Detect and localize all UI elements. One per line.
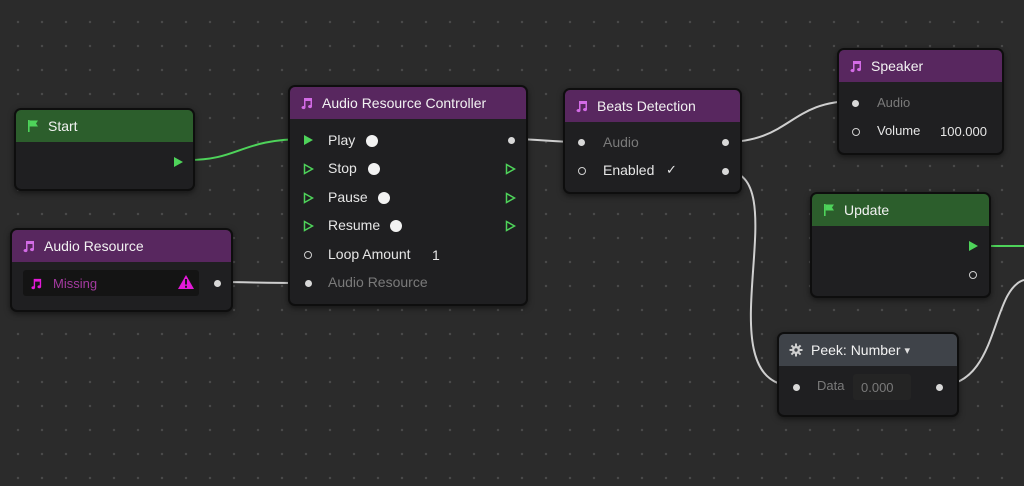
audio-resource-input-port[interactable] [305, 280, 312, 287]
peek-number-node[interactable]: Peek: Number ▾ Data 0.000 [777, 332, 959, 417]
loop-amount-label: Loop Amount [328, 246, 411, 262]
music-note-icon [23, 241, 35, 253]
update-node-header[interactable]: Update [812, 194, 989, 226]
beats-enabled-row: Enabled ✓ [565, 157, 740, 185]
update-flow-output-port[interactable] [969, 241, 978, 251]
beats-enabled-output-port[interactable] [722, 168, 729, 175]
controller-loop-amount-row: Loop Amount 1 [290, 241, 526, 269]
beats-audio-output-port[interactable] [722, 139, 729, 146]
peek-data-label: Data [817, 378, 845, 393]
flag-icon [824, 204, 834, 216]
speaker-node[interactable]: Speaker Audio Volume 100.000 [837, 48, 1004, 155]
music-note-icon [850, 61, 862, 73]
play-label: Play [328, 132, 356, 148]
controller-play-row: Play [290, 127, 526, 155]
gear-icon [789, 343, 803, 357]
peek-type-dropdown-icon[interactable]: ▾ [904, 344, 910, 357]
speaker-audio-label: Audio [877, 95, 911, 110]
stop-output-port[interactable] [505, 163, 516, 175]
music-note-icon [576, 101, 588, 113]
audio-resource-controller-node[interactable]: Audio Resource Controller Play Stop Paus… [288, 85, 528, 306]
play-toggle[interactable] [366, 135, 378, 147]
speaker-volume-label: Volume [877, 123, 921, 138]
beats-detection-node-header[interactable]: Beats Detection [565, 90, 740, 122]
peek-node-title: Peek: Number [811, 342, 901, 358]
speaker-volume-input-port[interactable] [852, 128, 860, 136]
audio-resource-node-title: Audio Resource [44, 238, 144, 254]
peek-data-output-port[interactable] [936, 384, 943, 391]
music-note-icon [301, 98, 313, 110]
pause-input-port[interactable] [303, 192, 314, 204]
update-node[interactable]: Update [810, 192, 991, 298]
controller-node-header[interactable]: Audio Resource Controller [290, 87, 526, 119]
controller-stop-row: Stop [290, 155, 526, 183]
wire-beats-to-speaker [724, 100, 855, 143]
flag-icon [28, 120, 38, 132]
missing-label: Missing [53, 275, 98, 291]
audio-resource-input-label: Audio Resource [328, 274, 428, 290]
loop-amount-value[interactable]: 1 [432, 247, 440, 263]
peek-data-row: Data 0.000 [779, 373, 957, 401]
audio-resource-node-header[interactable]: Audio Resource [12, 230, 231, 262]
stop-label: Stop [328, 160, 357, 176]
peek-data-field[interactable]: 0.000 [853, 374, 911, 400]
controller-audio-resource-row: Audio Resource [290, 269, 526, 297]
beats-enabled-label: Enabled [603, 162, 655, 178]
controller-resume-row: Resume [290, 212, 526, 240]
start-node-title: Start [48, 118, 78, 134]
speaker-node-title: Speaker [871, 58, 924, 74]
resume-toggle[interactable] [390, 220, 402, 232]
play-output-port[interactable] [508, 137, 515, 144]
speaker-volume-row: Volume 100.000 [839, 118, 1002, 146]
pause-output-port[interactable] [505, 192, 516, 204]
update-node-title: Update [844, 202, 890, 218]
beats-detection-node[interactable]: Beats Detection Audio Enabled ✓ [563, 88, 742, 194]
beats-audio-input-port[interactable] [578, 139, 585, 146]
resume-output-port[interactable] [505, 220, 516, 232]
start-node[interactable]: Start [14, 108, 195, 191]
enabled-checkbox[interactable]: ✓ [666, 162, 677, 178]
warning-triangle-icon [178, 275, 194, 289]
update-output-port[interactable] [969, 271, 977, 279]
peek-data-input-port[interactable] [793, 384, 800, 391]
pause-toggle[interactable] [378, 192, 390, 204]
flow-output-port[interactable] [174, 157, 183, 167]
controller-node-title: Audio Resource Controller [322, 95, 487, 111]
speaker-audio-input-port[interactable] [852, 100, 859, 107]
resume-input-port[interactable] [303, 220, 314, 232]
play-input-port[interactable] [304, 135, 313, 145]
audio-resource-output-port[interactable] [214, 280, 221, 287]
peek-node-header[interactable]: Peek: Number ▾ [779, 334, 957, 366]
music-note-icon [31, 278, 42, 289]
speaker-volume-value[interactable]: 100.000 [940, 124, 987, 139]
resume-label: Resume [328, 217, 381, 233]
speaker-node-header[interactable]: Speaker [839, 50, 1002, 82]
audio-resource-field[interactable]: Missing [23, 270, 199, 296]
stop-toggle[interactable] [368, 163, 380, 175]
controller-pause-row: Pause [290, 184, 526, 212]
loop-amount-input-port[interactable] [304, 251, 312, 259]
beats-detection-node-title: Beats Detection [597, 98, 696, 114]
pause-label: Pause [328, 189, 368, 205]
beats-enabled-input-port[interactable] [578, 167, 586, 175]
speaker-audio-row: Audio [839, 89, 1002, 117]
stop-input-port[interactable] [303, 163, 314, 175]
start-node-header[interactable]: Start [16, 110, 193, 142]
peek-data-value: 0.000 [861, 379, 894, 395]
beats-audio-row: Audio [565, 128, 740, 156]
audio-resource-node[interactable]: Audio Resource Missing [10, 228, 233, 312]
beats-audio-label: Audio [603, 134, 639, 150]
